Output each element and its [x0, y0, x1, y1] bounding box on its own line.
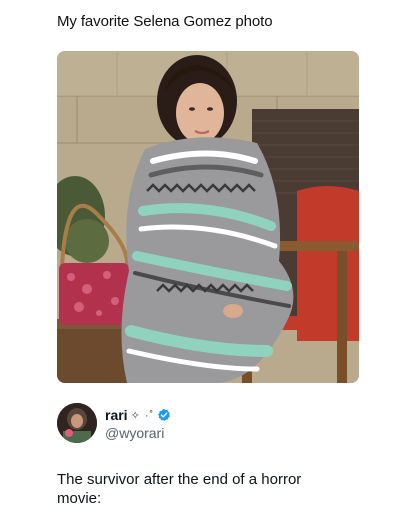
- user-handle[interactable]: @wyorari: [105, 425, 164, 441]
- display-name[interactable]: rari: [105, 407, 128, 423]
- tweet-text: The survivor after the end of a horror m…: [57, 471, 302, 507]
- verified-badge-icon: [158, 408, 171, 422]
- avatar[interactable]: [57, 403, 97, 443]
- post-caption: My favorite Selena Gomez photo: [57, 13, 273, 30]
- post-photo[interactable]: [57, 51, 359, 383]
- name-decoration: ✧ ·˚: [130, 409, 155, 422]
- portrait-photo-illustration: [57, 51, 359, 383]
- tweet-author[interactable]: rari ✧ ·˚ @wyorari: [57, 403, 357, 447]
- name-row: rari ✧ ·˚: [105, 407, 171, 423]
